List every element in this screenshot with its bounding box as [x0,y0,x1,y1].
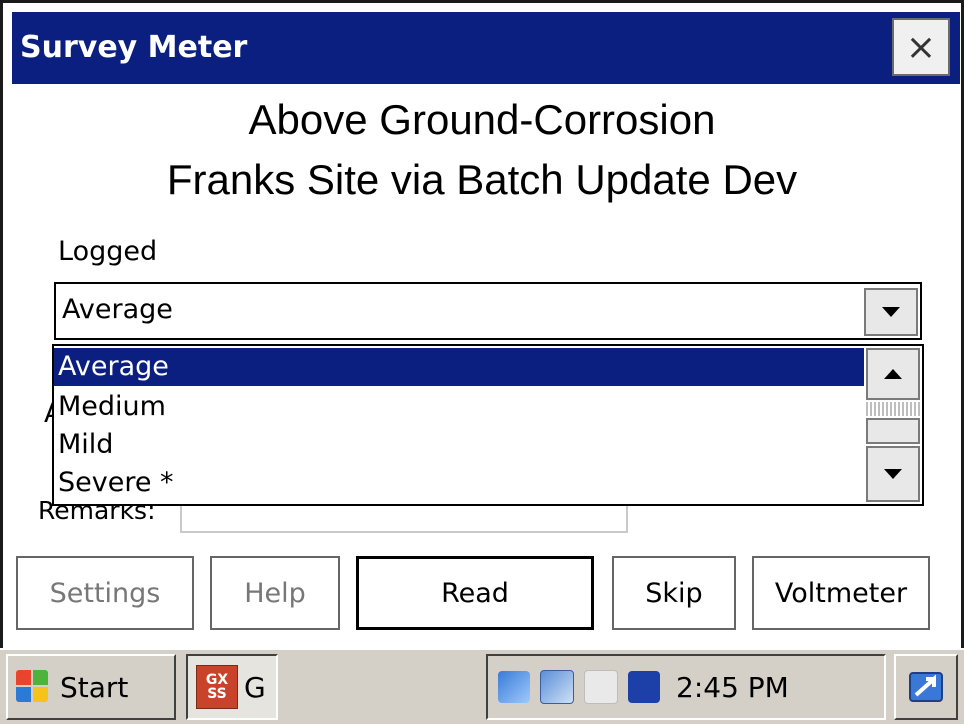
logged-label: Logged [58,236,158,267]
logged-select[interactable] [54,282,922,340]
taskbar-app-button[interactable]: GX SS G [186,654,278,720]
window-title: Survey Meter [20,30,248,65]
read-button[interactable]: Read [356,556,594,630]
windows-logo-icon [16,670,50,704]
option-mild[interactable]: Mild [54,426,864,464]
bluetooth-icon[interactable] [584,670,618,704]
sync-icon[interactable] [540,670,574,704]
settings-button[interactable]: Settings [16,556,194,630]
chevron-up-icon [884,369,902,379]
option-medium[interactable]: Medium [54,388,864,426]
voltmeter-button[interactable]: Voltmeter [752,556,930,630]
scroll-up-button[interactable] [866,348,920,400]
taskbar-app-label: G [244,670,266,704]
close-icon: × [905,26,937,68]
gx-app-icon: GX SS [196,665,238,709]
skip-button[interactable]: Skip [612,556,736,630]
desktop-button[interactable] [894,654,958,720]
survey-heading: Above Ground-Corrosion [248,96,716,143]
option-average[interactable]: Average [54,348,864,386]
chevron-down-icon [882,307,900,317]
close-button[interactable]: × [892,18,950,76]
otg-icon[interactable] [628,671,660,703]
chevron-down-icon [884,469,902,479]
logged-select-value: Average [62,294,173,325]
scrollbar-track[interactable] [866,402,920,416]
network-icon[interactable] [498,671,530,703]
scroll-down-button[interactable] [866,446,920,502]
scrollbar-thumb[interactable] [866,418,920,444]
clock[interactable]: 2:45 PM [676,671,789,704]
desktop-switch-icon [909,672,943,702]
site-heading: Franks Site via Batch Update Dev [166,156,798,203]
start-button[interactable]: Start [6,654,176,720]
system-tray: 2:45 PM [486,654,886,720]
start-label: Start [60,670,129,704]
dropdown-toggle-button[interactable] [864,288,918,336]
option-severe[interactable]: Severe * [54,464,864,502]
help-button[interactable]: Help [210,556,340,630]
